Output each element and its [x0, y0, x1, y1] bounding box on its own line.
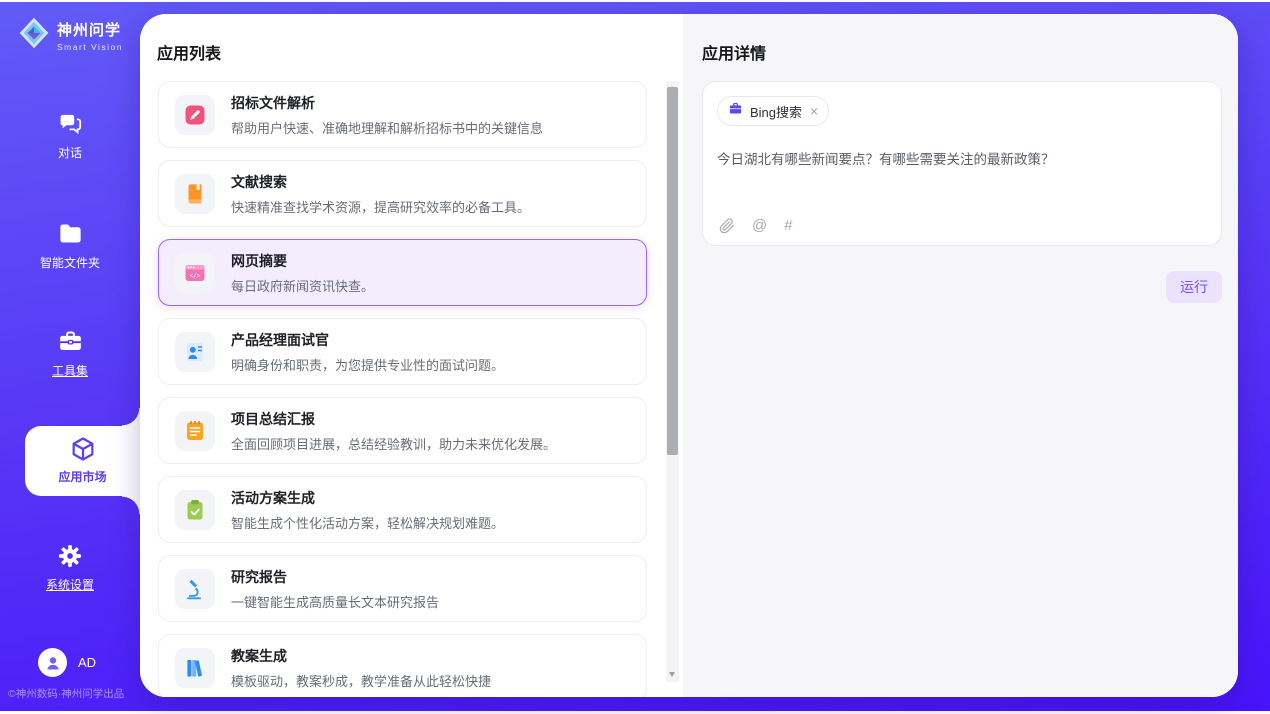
- app-card-title: 活动方案生成: [231, 488, 504, 508]
- app-card[interactable]: 招标文件解析 帮助用户快速、准确地理解和解析招标书中的关键信息: [158, 81, 647, 148]
- sidebar-item-app-market[interactable]: 应用市场: [25, 426, 140, 496]
- app-list-title: 应用列表: [157, 40, 221, 64]
- sidebar-item-label: 系统设置: [46, 578, 94, 592]
- edit-icon: [175, 95, 215, 135]
- brand-tagline: Smart Vision: [57, 42, 123, 52]
- app-card-list: 招标文件解析 帮助用户快速、准确地理解和解析招标书中的关键信息 文献搜索 快速精…: [158, 81, 647, 697]
- microscope-icon: [175, 569, 215, 609]
- app-card-description: 全面回顾项目进展，总结经验教训，助力未来优化发展。: [231, 434, 556, 453]
- scrollbar-thumb[interactable]: [667, 87, 678, 455]
- app-card[interactable]: </> 网页摘要 每日政府新闻资讯快查。: [158, 239, 647, 306]
- tool-chip-label: Bing搜索: [750, 102, 802, 121]
- person-icon: [44, 654, 62, 672]
- webpage-code-icon: </>: [175, 253, 215, 293]
- app-card-description: 每日政府新闻资讯快查。: [231, 276, 374, 295]
- user-name: AD: [78, 655, 96, 670]
- copyright-footer: ©神州数码·神州问学出品: [8, 686, 140, 701]
- app-card[interactable]: 研究报告 一键智能生成高质量长文本研究报告: [158, 555, 647, 622]
- sidebar-item-label: 智能文件夹: [40, 256, 100, 270]
- app-card-description: 帮助用户快速、准确地理解和解析招标书中的关键信息: [231, 118, 543, 137]
- gear-icon: [57, 543, 83, 572]
- chat-icon: [57, 110, 84, 140]
- toolbox-icon: [57, 328, 84, 358]
- app-card-description: 模板驱动，教案秒成，教学准备从此轻松快捷: [231, 671, 491, 690]
- svg-text:</>: </>: [190, 272, 201, 279]
- hash-icon[interactable]: #: [784, 217, 792, 234]
- sidebar-item-smart-folder[interactable]: 智能文件夹: [0, 220, 140, 270]
- diamond-logo-icon: [18, 16, 50, 55]
- cube-icon: [69, 435, 97, 466]
- app-detail-title: 应用详情: [702, 40, 766, 64]
- app-card-title: 项目总结汇报: [231, 409, 556, 429]
- scroll-down-icon[interactable]: [669, 672, 675, 677]
- app-card-title: 研究报告: [231, 567, 439, 587]
- app-card-title: 文献搜索: [231, 172, 530, 192]
- tool-chip-bing-search[interactable]: Bing搜索 ×: [717, 96, 829, 126]
- briefcase-icon: [728, 101, 743, 121]
- user-account[interactable]: AD: [38, 648, 96, 677]
- book-icon: [175, 174, 215, 214]
- app-card[interactable]: 项目总结汇报 全面回顾项目进展，总结经验教训，助力未来优化发展。: [158, 397, 647, 464]
- app-card[interactable]: 活动方案生成 智能生成个性化活动方案，轻松解决规划难题。: [158, 476, 647, 543]
- clipboard-check-icon: [175, 490, 215, 530]
- app-card-description: 快速精准查找学术资源，提高研究效率的必备工具。: [231, 197, 530, 216]
- run-button[interactable]: 运行: [1166, 271, 1222, 303]
- summary-note-icon: [175, 411, 215, 451]
- sidebar-item-label: 对话: [58, 146, 82, 160]
- app-card-title: 产品经理面试官: [231, 330, 504, 350]
- app-card-description: 明确身份和职责，为您提供专业性的面试问题。: [231, 355, 504, 374]
- app-list-pane: 应用列表 招标文件解析 帮助用户快速、准确地理解和解析招标书中的关键信息 文献搜…: [140, 14, 683, 697]
- app-card[interactable]: 教案生成 模板驱动，教案秒成，教学准备从此轻松快捷: [158, 634, 647, 697]
- main-content: 应用列表 招标文件解析 帮助用户快速、准确地理解和解析招标书中的关键信息 文献搜…: [140, 14, 1238, 697]
- paperclip-icon[interactable]: [719, 218, 735, 234]
- query-input-card[interactable]: Bing搜索 × 今日湖北有哪些新闻要点？有哪些需要关注的最新政策？ @ #: [702, 81, 1222, 246]
- app-detail-pane: 应用详情 Bing搜索 × 今日湖北有哪些新闻要点？有哪些需要关注的最新政策？: [683, 14, 1238, 697]
- app-card-title: 网页摘要: [231, 251, 374, 271]
- scrollbar[interactable]: [666, 81, 679, 682]
- sidebar-item-settings[interactable]: 系统设置: [0, 543, 140, 592]
- query-text[interactable]: 今日湖北有哪些新闻要点？有哪些需要关注的最新政策？: [717, 150, 1207, 169]
- interviewer-icon: [175, 332, 215, 372]
- app-card[interactable]: 文献搜索 快速精准查找学术资源，提高研究效率的必备工具。: [158, 160, 647, 227]
- sidebar-item-chat[interactable]: 对话: [0, 110, 140, 160]
- brand-logo: 神州问学 Smart Vision: [18, 16, 123, 55]
- app-card-description: 智能生成个性化活动方案，轻松解决规划难题。: [231, 513, 504, 532]
- app-card-title: 招标文件解析: [231, 93, 543, 113]
- app-card[interactable]: 产品经理面试官 明确身份和职责，为您提供专业性的面试问题。: [158, 318, 647, 385]
- input-toolbar: @ #: [719, 217, 793, 234]
- sidebar-item-label: 应用市场: [58, 470, 106, 484]
- books-icon: [175, 648, 215, 688]
- close-icon[interactable]: ×: [810, 103, 818, 119]
- folder-icon: [57, 220, 84, 250]
- app-card-title: 教案生成: [231, 646, 491, 666]
- avatar[interactable]: [38, 648, 67, 677]
- sidebar-item-toolset[interactable]: 工具集: [0, 328, 140, 378]
- app-card-description: 一键智能生成高质量长文本研究报告: [231, 592, 439, 611]
- at-icon[interactable]: @: [752, 217, 767, 234]
- sidebar: 神州问学 Smart Vision 对话 智能文件夹: [0, 2, 140, 711]
- brand-name: 神州问学: [57, 19, 123, 40]
- sidebar-item-label: 工具集: [52, 364, 88, 378]
